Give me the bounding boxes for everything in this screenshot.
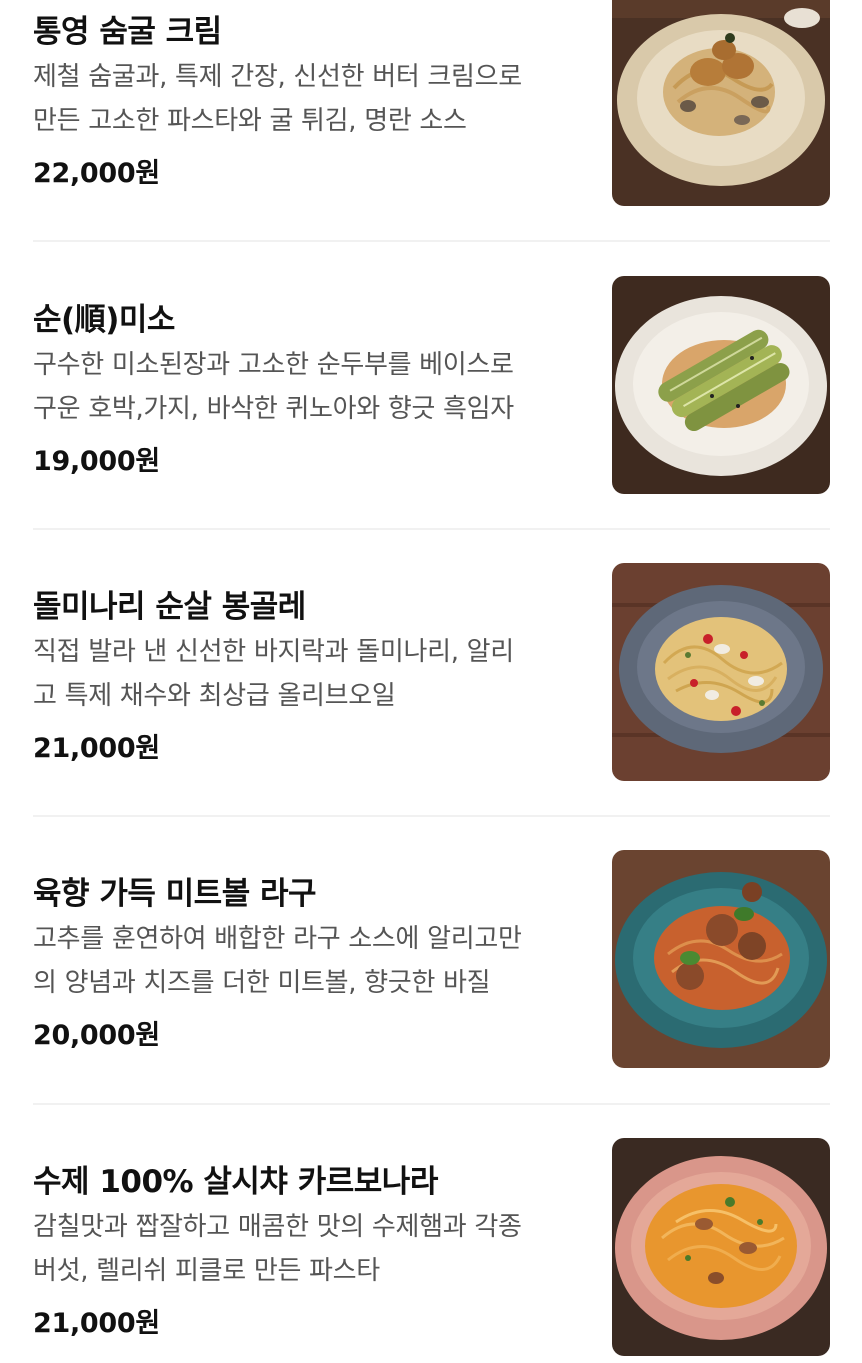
menu-item-name: 수제 100% 살시챠 카르보나라 [33, 1164, 438, 1200]
menu-item-name: 순(順)미소 [33, 302, 175, 338]
menu-item-description-line: 고추를 훈연하여 배합한 라구 소스에 알리고만 [33, 924, 522, 954]
divider [33, 1103, 830, 1105]
vongole-pasta-photo [612, 563, 830, 781]
menu-item-description: 직접 발라 낸 신선한 바지락과 돌미나리, 알리 고 특제 채수와 최상급 올… [33, 630, 593, 718]
menu-item-description-line: 고 특제 채수와 최상급 올리브오일 [33, 681, 396, 711]
menu-item-description-line: 버섯, 렐리쉬 피클로 만든 파스타 [33, 1256, 380, 1286]
menu-item-price: 22,000원 [33, 158, 160, 189]
menu-item-name: 통영 숨굴 크림 [33, 14, 222, 50]
miso-zucchini-pasta-photo [612, 276, 830, 494]
menu-item-vongole[interactable]: 돌미나리 순살 봉골레 직접 발라 낸 신선한 바지락과 돌미나리, 알리 고 … [0, 563, 862, 785]
divider [33, 240, 830, 242]
oyster-cream-pasta-photo [612, 0, 830, 206]
menu-item-name: 육향 가득 미트볼 라구 [33, 876, 317, 912]
menu-item-description-line: 의 양념과 치즈를 더한 미트볼, 향긋한 바질 [33, 968, 491, 998]
menu-item-price: 19,000원 [33, 446, 160, 477]
menu-item-oyster-cream[interactable]: 통영 숨굴 크림 제철 숨굴과, 특제 간장, 신선한 버터 크림으로 만든 고… [0, 0, 862, 210]
menu-item-description: 구수한 미소된장과 고소한 순두부를 베이스로 구운 호박,가지, 바삭한 퀴노… [33, 343, 593, 431]
divider [33, 528, 830, 530]
menu-item-price: 21,000원 [33, 733, 160, 764]
menu-item-meatball-ragu[interactable]: 육향 가득 미트볼 라구 고추를 훈연하여 배합한 라구 소스에 알리고만 의 … [0, 850, 862, 1072]
meatball-ragu-pasta-photo [612, 850, 830, 1068]
menu-item-description: 제철 숨굴과, 특제 간장, 신선한 버터 크림으로 만든 고소한 파스타와 굴… [33, 55, 593, 143]
menu-item-name: 돌미나리 순살 봉골레 [33, 589, 306, 625]
menu-item-price: 21,000원 [33, 1308, 160, 1339]
divider [33, 815, 830, 817]
menu-item-description: 고추를 훈연하여 배합한 라구 소스에 알리고만 의 양념과 치즈를 더한 미트… [33, 917, 593, 1005]
menu-item-description: 감칠맛과 짭잘하고 매콤한 맛의 수제햄과 각종 버섯, 렐리쉬 피클로 만든 … [33, 1205, 593, 1293]
menu-item-miso[interactable]: 순(順)미소 구수한 미소된장과 고소한 순두부를 베이스로 구운 호박,가지,… [0, 276, 862, 498]
menu-item-price: 20,000원 [33, 1020, 160, 1051]
menu-item-description-line: 구운 호박,가지, 바삭한 퀴노아와 향긋 흑임자 [33, 394, 514, 424]
menu-item-description-line: 제철 숨굴과, 특제 간장, 신선한 버터 크림으로 [33, 62, 522, 92]
menu-list: 통영 숨굴 크림 제철 숨굴과, 특제 간장, 신선한 버터 크림으로 만든 고… [0, 0, 862, 1363]
salsiccia-carbonara-photo [612, 1138, 830, 1356]
menu-item-description-line: 직접 발라 낸 신선한 바지락과 돌미나리, 알리 [33, 637, 514, 667]
menu-item-salsiccia-carbonara[interactable]: 수제 100% 살시챠 카르보나라 감칠맛과 짭잘하고 매콤한 맛의 수제햄과 … [0, 1138, 862, 1360]
menu-item-description-line: 감칠맛과 짭잘하고 매콤한 맛의 수제햄과 각종 [33, 1212, 522, 1242]
menu-item-description-line: 만든 고소한 파스타와 굴 튀김, 명란 소스 [33, 106, 467, 136]
menu-item-description-line: 구수한 미소된장과 고소한 순두부를 베이스로 [33, 350, 514, 380]
